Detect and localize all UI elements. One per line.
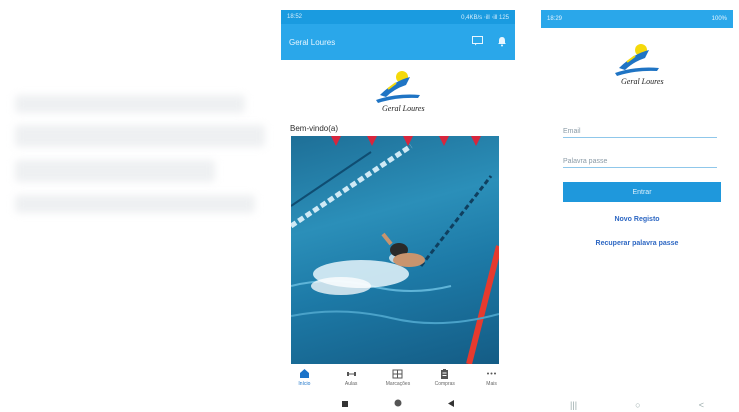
status-bar: 18:52 0,4KB/s ⋅ill ⋅ill 125 [281,10,515,24]
more-dots-icon [487,372,497,375]
brand-logo: Geral Loures [281,60,515,120]
nav-item-mais[interactable]: Mais [472,368,512,387]
android-nav-bar [281,394,515,411]
home-button-icon[interactable]: ○ [635,400,640,410]
nav-item-compras[interactable]: Compras [425,368,465,387]
dumbbell-icon [346,372,356,376]
background-blur [15,95,245,113]
nav-item-inicio[interactable]: Início [284,368,324,387]
calendar-grid-icon [392,369,403,379]
status-bar: 18:29 100% [541,10,733,28]
logo-text: Geral Loures [621,77,664,86]
swimmer-photo [291,136,499,364]
brand-logo: Geral Loures [541,28,733,98]
register-link[interactable]: Novo Registo [541,216,733,223]
background-blur [15,160,215,182]
background-blur [15,125,265,147]
phone-home-screen: 18:52 0,4KB/s ⋅ill ⋅ill 125 Geral Loures… [281,10,515,411]
recover-password-link[interactable]: Recuperar palavra passe [541,240,733,247]
recents-icon[interactable] [342,394,348,412]
email-placeholder: Email [563,128,581,135]
back-icon[interactable] [448,394,454,412]
nav-label: Início [298,381,311,387]
nav-label: Aulas [344,381,358,387]
app-title: Geral Loures [289,37,336,47]
recents-icon[interactable]: ||| [570,400,577,410]
nav-label: Marcações [385,381,411,387]
android-nav-bar: ||| ○ < [541,398,733,411]
app-bar: Geral Loures [281,24,515,60]
bell-icon[interactable] [497,36,507,49]
nav-label: Compras [434,381,455,387]
password-field[interactable]: Palavra passe [563,150,717,168]
status-time: 18:52 [287,14,303,20]
status-indicators: 0,4KB/s ⋅ill ⋅ill 125 [461,14,509,21]
home-button-icon[interactable] [394,394,402,412]
welcome-heading: Bem-vindo(a) [290,124,339,133]
chat-icon[interactable] [472,36,483,48]
phone-login-screen: 18:29 100% Geral Loures Email Palavra pa… [541,10,733,411]
logo-text: Geral Loures [382,104,425,113]
back-icon[interactable]: < [699,400,704,410]
nav-item-marcacoes[interactable]: Marcações [378,368,418,387]
bottom-navigation: Início Aulas Marcações Compras Mais [281,362,515,394]
home-icon [299,369,309,378]
backstroke-flags [331,136,481,146]
clipboard-icon [441,369,449,379]
status-battery: 100% [711,16,727,22]
enter-button[interactable]: Entrar [563,182,721,202]
nav-item-aulas[interactable]: Aulas [331,368,371,387]
nav-label: Mais [486,381,497,387]
password-placeholder: Palavra passe [563,158,608,165]
background-blur [15,195,255,213]
email-field[interactable]: Email [563,120,717,138]
status-time: 18:29 [547,16,563,22]
